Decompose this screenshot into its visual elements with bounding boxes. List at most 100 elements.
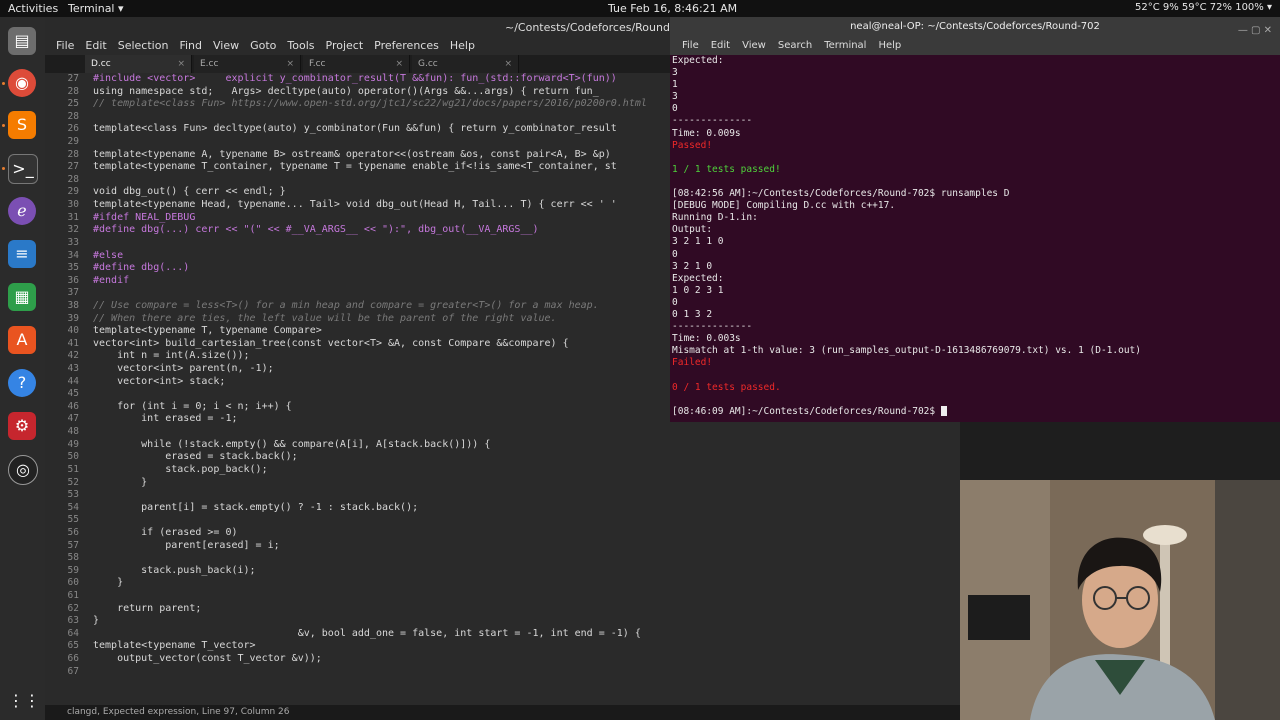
settings-icon[interactable]: ⚙ (8, 412, 36, 440)
calc-icon[interactable]: ▦ (8, 283, 36, 311)
emacs-icon[interactable]: ℯ (8, 197, 36, 225)
app-menu-button[interactable]: Terminal ▾ (68, 2, 124, 15)
line-number: 58 (67, 552, 79, 564)
code-line[interactable]: erased = stack.back(); (93, 451, 953, 464)
line-number: 37 (67, 287, 79, 299)
sublime-icon[interactable]: S (8, 111, 36, 139)
editor-menu-tools[interactable]: Tools (287, 39, 314, 52)
terminal-menu-help[interactable]: Help (878, 40, 901, 51)
line-number: 32 (67, 224, 79, 236)
terminal-line: 1 / 1 tests passed! (672, 164, 1272, 176)
line-number: 61 (67, 589, 79, 601)
editor-menu-help[interactable]: Help (450, 39, 475, 52)
chrome-icon[interactable]: ◉ (8, 69, 36, 97)
editor-menu-view[interactable]: View (213, 39, 239, 52)
code-line[interactable]: stack.pop_back(); (93, 464, 953, 477)
editor-statusbar: clangd, Expected expression, Line 97, Co… (45, 705, 960, 720)
terminal-line-text: Failed! (672, 357, 713, 369)
editor-tab[interactable]: F.cc × (303, 55, 410, 73)
line-number: 36 (67, 274, 79, 286)
editor-menu-preferences[interactable]: Preferences (374, 39, 439, 52)
terminal-icon[interactable]: >_ (8, 154, 38, 184)
terminal-output[interactable]: Expected: 3 1 3 0 -------------- Time: 0.009s P… (672, 55, 1272, 420)
terminal-line: Time: 0.009s (672, 128, 1272, 140)
editor-menu-goto[interactable]: Goto (250, 39, 276, 52)
line-number: 47 (67, 413, 79, 425)
terminal-line-text: 3 2 1 0 (672, 260, 713, 272)
line-number: 56 (67, 526, 79, 538)
line-number: 67 (67, 665, 79, 677)
code-line[interactable]: } (93, 477, 953, 490)
code-line[interactable]: template<typename T_vector> (93, 640, 953, 653)
terminal-line: 3 2 1 1 0 (672, 236, 1272, 248)
editor-menu-project[interactable]: Project (326, 39, 364, 52)
terminal-line: 3 (672, 67, 1272, 79)
close-icon[interactable]: × (504, 55, 512, 73)
terminal-line-text: 0 (672, 296, 678, 308)
editor-menu-edit[interactable]: Edit (85, 39, 106, 52)
code-line[interactable]: stack.push_back(i); (93, 565, 953, 578)
editor-tab[interactable]: D.cc × (85, 55, 192, 73)
editor-menu-selection[interactable]: Selection (118, 39, 169, 52)
code-line[interactable]: } (93, 577, 953, 590)
line-number: 53 (67, 489, 79, 501)
code-line[interactable]: while (!stack.empty() && compare(A[i], A… (93, 439, 953, 452)
code-line[interactable] (93, 552, 953, 565)
software-icon[interactable]: A (8, 326, 36, 354)
code-line[interactable]: parent[erased] = i; (93, 540, 953, 553)
code-line[interactable]: if (erased >= 0) (93, 527, 953, 540)
terminal-menu-edit[interactable]: Edit (711, 40, 730, 51)
terminal-cursor (940, 406, 947, 417)
obs-icon[interactable]: ◎ (8, 455, 38, 485)
line-number: 49 (67, 438, 79, 450)
line-number: 44 (67, 375, 79, 387)
line-number-gutter: 27 28 25 28 26 29 28 27 28 29 30 31 32 33 34 35 36 37 38 39… (45, 73, 87, 705)
code-line[interactable]: } (93, 615, 953, 628)
close-icon[interactable]: × (177, 55, 185, 73)
line-number: 60 (67, 577, 79, 589)
line-number: 51 (67, 463, 79, 475)
terminal-menu-view[interactable]: View (742, 40, 766, 51)
editor-tab[interactable]: G.cc × (412, 55, 519, 73)
code-line[interactable]: &v, bool add_one = false, int start = -1… (93, 628, 953, 641)
code-line[interactable] (93, 514, 953, 527)
terminal-line: Mismatch at 1-th value: 3 (run_samples_o… (672, 345, 1272, 357)
top-panel: Activities Terminal ▾ Tue Feb 16, 8:46:2… (0, 0, 1280, 17)
close-icon[interactable]: × (286, 55, 294, 73)
line-number: 28 (67, 173, 79, 185)
clock[interactable]: Tue Feb 16, 8:46:21 AM (608, 2, 737, 15)
code-line[interactable] (93, 426, 953, 439)
writer-icon[interactable]: ≡ (8, 240, 36, 268)
terminal-line-text: 1 (672, 79, 678, 91)
code-line[interactable]: parent[i] = stack.empty() ? -1 : stack.b… (93, 502, 953, 515)
editor-tab[interactable]: E.cc × (194, 55, 301, 73)
line-number: 42 (67, 350, 79, 362)
code-line[interactable] (93, 590, 953, 603)
system-status[interactable]: 52°C 9% 59°C 72% 100% ▾ (1135, 2, 1272, 13)
editor-menu-find[interactable]: Find (179, 39, 202, 52)
line-number: 63 (67, 615, 79, 627)
files-icon[interactable]: ▤ (8, 27, 36, 55)
activities-button[interactable]: Activities (8, 2, 58, 15)
editor-menu-file[interactable]: File (56, 39, 74, 52)
code-line[interactable]: return parent; (93, 603, 953, 616)
terminal-line: 1 0 2 3 1 (672, 285, 1272, 297)
code-line[interactable] (93, 666, 953, 679)
code-line[interactable]: output_vector(const T_vector &v)); (93, 653, 953, 666)
code-line[interactable] (93, 489, 953, 502)
terminal-titlebar: neal@neal-OP: ~/Contests/Codeforces/Roun… (670, 17, 1280, 37)
line-number: 30 (67, 199, 79, 211)
apps-grid-icon[interactable]: ⋮⋮ (8, 687, 40, 715)
line-number: 29 (67, 186, 79, 198)
terminal-menu-terminal[interactable]: Terminal (824, 40, 866, 51)
terminal-line-text: [DEBUG MODE] Compiling D.cc with c++17. (672, 200, 896, 212)
close-icon[interactable]: × (395, 55, 403, 73)
tab-label: G.cc (418, 59, 438, 69)
terminal-line: 0 (672, 103, 1272, 115)
tab-label: D.cc (91, 59, 111, 69)
terminal-line: Running D-1.in: (672, 212, 1272, 224)
terminal-menu-file[interactable]: File (682, 40, 699, 51)
terminal-menu-search[interactable]: Search (778, 40, 812, 51)
help-icon[interactable]: ? (8, 369, 36, 397)
